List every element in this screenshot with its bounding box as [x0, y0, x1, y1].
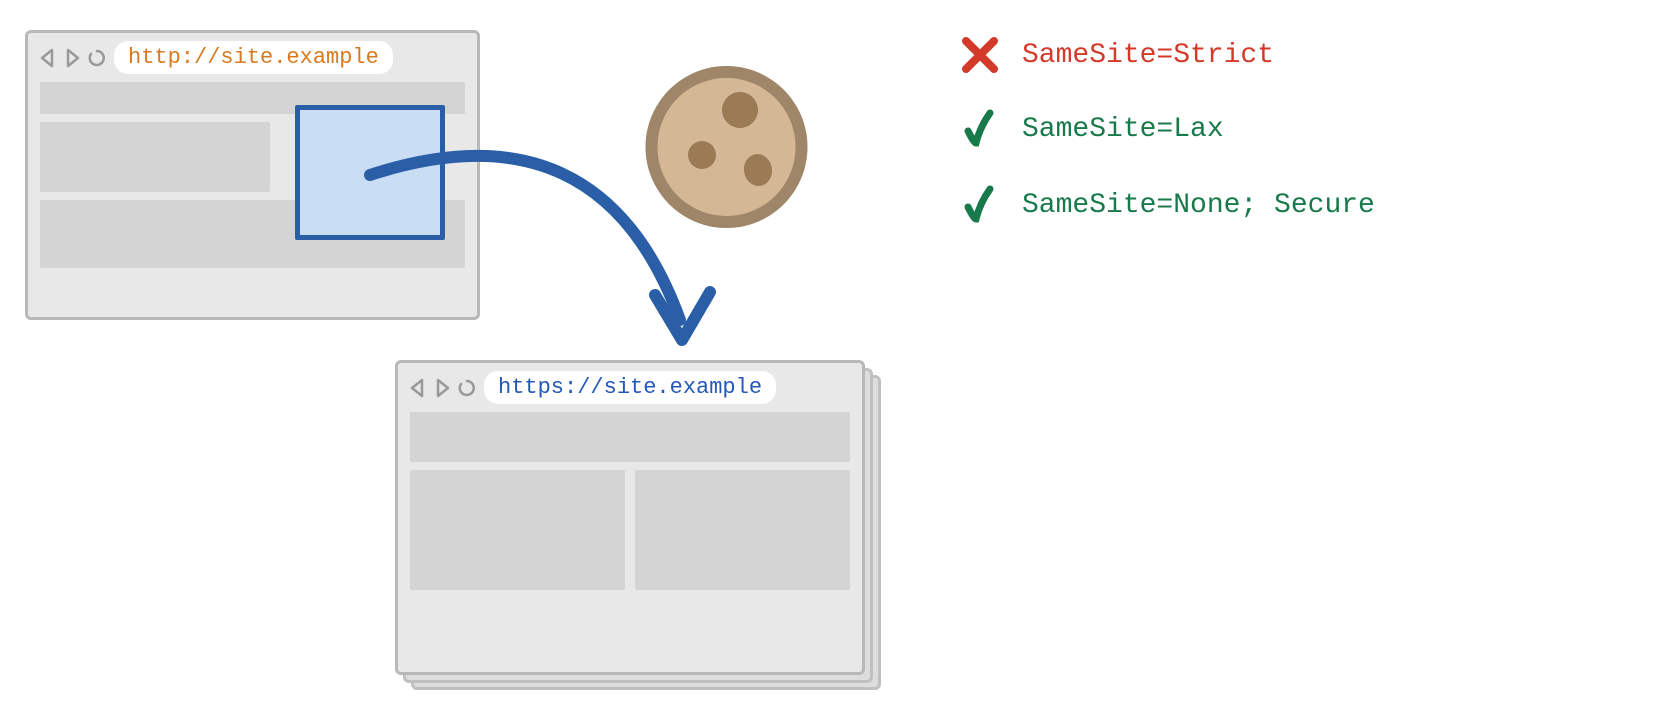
- legend-item-strict: SameSite=Strict: [960, 35, 1375, 75]
- legend-label: SameSite=Strict: [1022, 40, 1274, 71]
- nav-icons: [408, 377, 478, 399]
- content-block: [635, 470, 850, 590]
- url-bar-source: http://site.example: [114, 41, 393, 74]
- cookie-icon: [640, 60, 815, 235]
- legend-label: SameSite=None; Secure: [1022, 190, 1375, 221]
- content-area: [398, 412, 862, 610]
- forward-icon: [62, 47, 82, 69]
- legend-item-lax: SameSite=Lax: [960, 107, 1375, 151]
- url-bar-target: https://site.example: [484, 371, 776, 404]
- x-icon: [960, 35, 1000, 75]
- back-icon: [38, 47, 58, 69]
- reload-icon: [456, 377, 478, 399]
- content-block: [410, 412, 850, 462]
- check-icon: [960, 107, 1000, 151]
- legend-label: SameSite=Lax: [1022, 114, 1224, 145]
- samesite-legend: SameSite=Strict SameSite=Lax SameSite=No…: [960, 35, 1375, 259]
- reload-icon: [86, 47, 108, 69]
- forward-icon: [432, 377, 452, 399]
- content-block: [410, 470, 625, 590]
- link-highlight-box: [295, 105, 445, 240]
- browser-window-target: https://site.example: [395, 360, 865, 675]
- check-icon: [960, 183, 1000, 227]
- content-block: [40, 122, 270, 192]
- browser-toolbar: https://site.example: [398, 363, 862, 412]
- browser-toolbar: http://site.example: [28, 33, 477, 82]
- nav-icons: [38, 47, 108, 69]
- legend-item-none: SameSite=None; Secure: [960, 183, 1375, 227]
- back-icon: [408, 377, 428, 399]
